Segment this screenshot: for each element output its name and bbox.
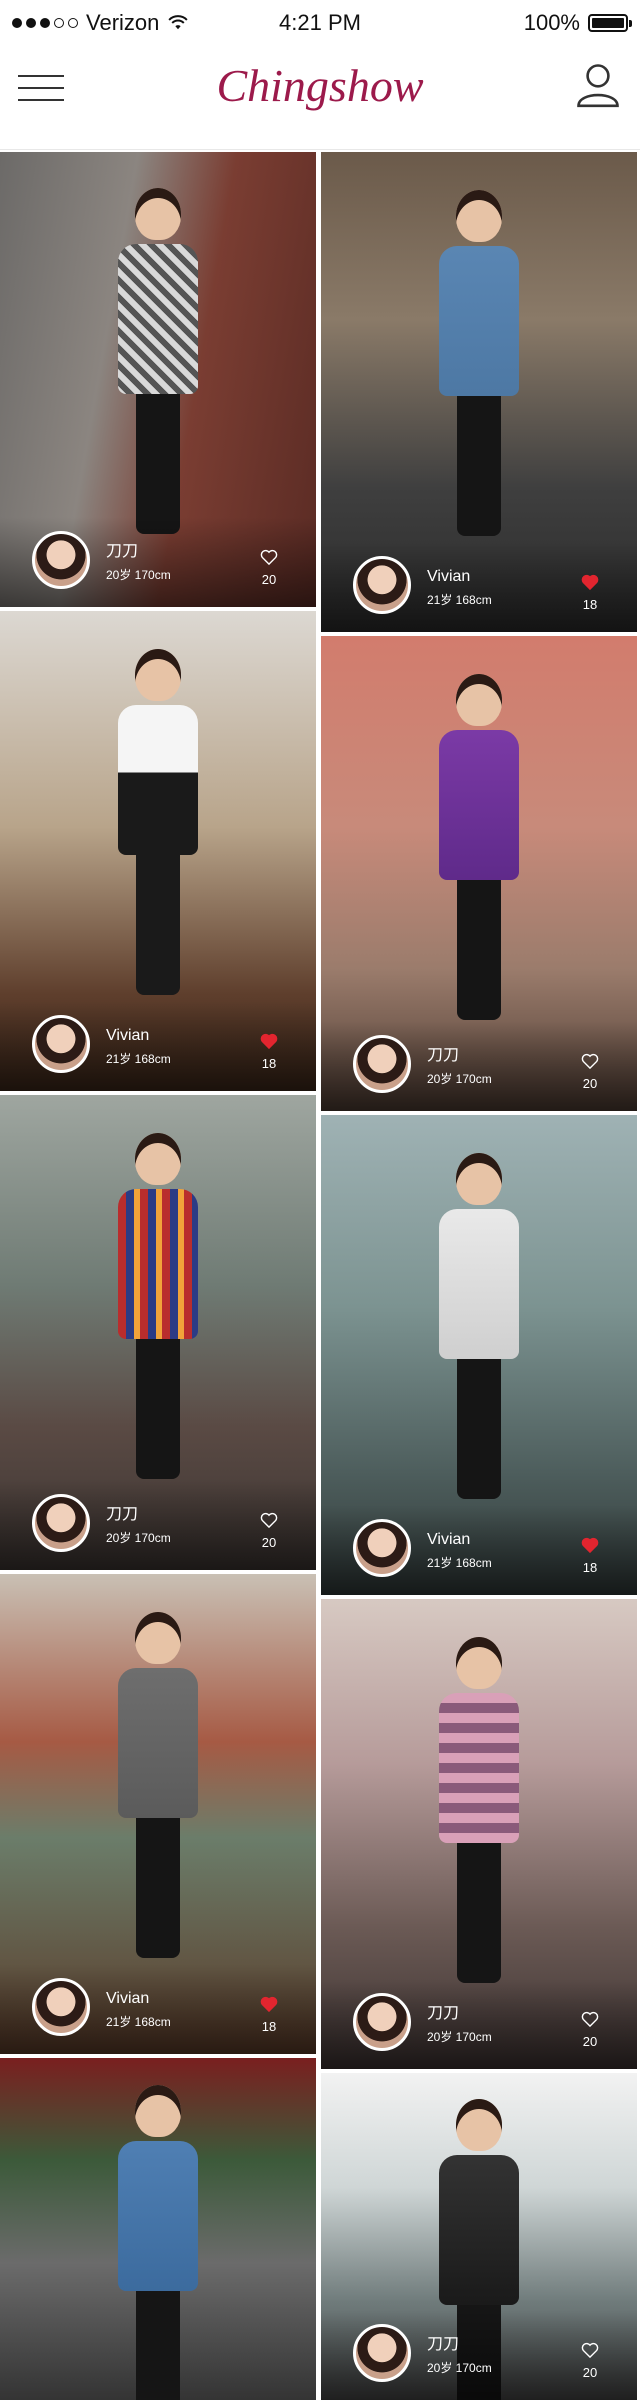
user-age-height: 20岁 170cm — [427, 2030, 492, 2044]
user-name: Vivian — [427, 568, 471, 585]
like-count: 18 — [582, 1560, 598, 1575]
user-name: 刀刀 — [106, 1506, 139, 1523]
like-count: 18 — [582, 597, 598, 612]
user-name: 刀刀 — [106, 543, 139, 560]
model-figure — [439, 1636, 519, 1983]
card-info-overlay: Vivian 21岁 168cm 18 — [0, 1001, 316, 1091]
card-info-overlay: 刀刀 20岁 170cm 20 — [321, 1979, 637, 2069]
model-figure — [118, 1612, 198, 1959]
feed-card-photo[interactable] — [0, 2058, 316, 2400]
heart-icon[interactable] — [581, 1537, 599, 1553]
user-name: Vivian — [427, 1531, 471, 1548]
card-info-overlay: Vivian 21岁 168cm 18 — [321, 542, 637, 632]
user-age-height: 20岁 170cm — [427, 2361, 492, 2375]
model-figure — [439, 1153, 519, 1500]
heart-icon[interactable] — [260, 1033, 278, 1049]
heart-icon[interactable] — [581, 1053, 599, 1069]
like-count: 18 — [261, 2019, 277, 2034]
user-age-height: 20岁 170cm — [106, 1531, 171, 1545]
avatar[interactable] — [353, 1035, 411, 1093]
status-bar: Verizon 4:21 PM 100% — [0, 0, 640, 45]
feed-card[interactable]: Vivian 21岁 168cm 18 — [0, 611, 316, 1091]
feed-card[interactable]: Vivian 21岁 168cm 18 — [0, 1574, 316, 2054]
heart-icon[interactable] — [581, 2342, 599, 2358]
user-age-height: 21岁 168cm — [106, 1052, 171, 1066]
card-info-overlay: 刀刀 20岁 170cm 20 — [0, 1480, 316, 1570]
model-figure — [118, 649, 198, 996]
feed-card[interactable]: Vivian 21岁 168cm 18 — [321, 152, 637, 632]
model-figure — [439, 190, 519, 537]
photo-feed[interactable]: 刀刀 20岁 170cm 20 Vivian 21岁 168cm 18 刀刀 20岁 170c… — [0, 152, 640, 2400]
avatar[interactable] — [353, 1993, 411, 2051]
battery-level — [592, 18, 624, 28]
user-name: Vivian — [106, 1990, 150, 2007]
status-right: 100% — [523, 10, 632, 36]
like-count: 18 — [261, 1056, 277, 1071]
user-name: 刀刀 — [427, 2005, 460, 2022]
model-figure — [118, 1133, 198, 1479]
battery-percent: 100% — [523, 10, 580, 35]
user-age-height: 20岁 170cm — [427, 1072, 492, 1086]
avatar[interactable] — [32, 531, 90, 589]
feed-card[interactable]: 刀刀 20岁 170cm 20 — [321, 1599, 637, 2069]
model-figure — [439, 674, 519, 1020]
app-title: Chingshow — [216, 60, 424, 111]
user-profile-icon[interactable] — [572, 59, 624, 111]
heart-icon[interactable] — [581, 2011, 599, 2027]
like-count: 20 — [261, 572, 277, 587]
card-info-overlay: Vivian 21岁 168cm 18 — [321, 1505, 637, 1595]
model-figure — [118, 2085, 198, 2400]
battery-icon — [588, 14, 632, 32]
like-count: 20 — [261, 1535, 277, 1550]
user-age-height: 21岁 168cm — [106, 2015, 171, 2029]
user-age-height: 20岁 170cm — [106, 568, 171, 582]
heart-icon[interactable] — [260, 549, 278, 565]
feed-card[interactable]: 刀刀 20岁 170cm 20 — [321, 636, 637, 1111]
feed-card[interactable]: 刀刀 20岁 170cm 20 — [0, 152, 316, 607]
avatar[interactable] — [353, 2324, 411, 2382]
feed-card[interactable]: 刀刀 20岁 170cm 20 — [321, 2073, 637, 2400]
user-age-height: 21岁 168cm — [427, 1556, 492, 1570]
user-age-height: 21岁 168cm — [427, 593, 492, 607]
card-info-overlay: 刀刀 20岁 170cm 20 — [321, 1021, 637, 1111]
feed-card[interactable] — [0, 2058, 316, 2400]
like-count: 20 — [582, 2034, 598, 2049]
heart-icon[interactable] — [581, 574, 599, 590]
user-name: 刀刀 — [427, 2336, 460, 2353]
card-info-overlay: Vivian 21岁 168cm 18 — [0, 1964, 316, 2054]
avatar[interactable] — [32, 1978, 90, 2036]
card-info-overlay: 刀刀 20岁 170cm 20 — [321, 2310, 637, 2400]
card-info-overlay: 刀刀 20岁 170cm 20 — [0, 517, 316, 607]
like-count: 20 — [582, 2365, 598, 2380]
avatar[interactable] — [353, 556, 411, 614]
avatar[interactable] — [32, 1494, 90, 1552]
feed-card[interactable]: Vivian 21岁 168cm 18 — [321, 1115, 637, 1595]
avatar[interactable] — [353, 1519, 411, 1577]
model-figure — [118, 188, 198, 535]
user-name: Vivian — [106, 1027, 150, 1044]
user-name: 刀刀 — [427, 1047, 460, 1064]
avatar[interactable] — [32, 1015, 90, 1073]
feed-card[interactable]: 刀刀 20岁 170cm 20 — [0, 1095, 316, 1570]
heart-icon[interactable] — [260, 1512, 278, 1528]
top-navigation-bar: Chingshow — [0, 45, 640, 150]
like-count: 20 — [582, 1076, 598, 1091]
heart-icon[interactable] — [260, 1996, 278, 2012]
